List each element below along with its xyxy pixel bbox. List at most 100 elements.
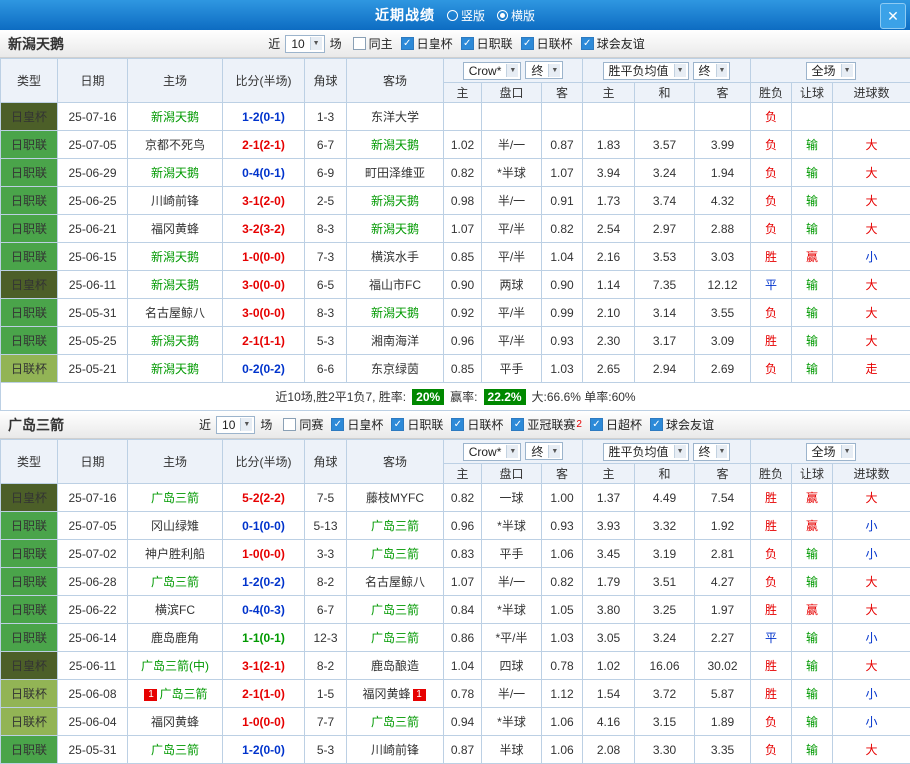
bookmaker-select[interactable]: Crow*▼ — [463, 62, 522, 80]
final-avg-select[interactable]: 终▼ — [693, 443, 731, 461]
away-team-cell[interactable]: 新潟天鹅 — [347, 187, 444, 215]
result-wdl-cell: 胜 — [751, 652, 792, 680]
scope-select[interactable]: 全场▼ — [806, 62, 856, 80]
home-team-cell[interactable]: 横滨FC — [128, 596, 223, 624]
match-count-select[interactable]: 10▼ — [285, 35, 324, 53]
away-team-cell[interactable]: 町田泽维亚 — [347, 159, 444, 187]
home-team-cell[interactable]: 京都不死鸟 — [128, 131, 223, 159]
avg-draw-cell: 3.30 — [635, 736, 695, 764]
scope-select[interactable]: 全场▼ — [806, 443, 856, 461]
avg-away-cell: 1.97 — [695, 596, 751, 624]
away-team-cell[interactable]: 福山市FC — [347, 271, 444, 299]
home-team-cell[interactable]: 新潟天鹅 — [128, 159, 223, 187]
date-cell: 25-06-11 — [58, 271, 128, 299]
avg-odds-select[interactable]: 胜平负均值▼ — [603, 443, 689, 461]
filter-checkbox-3[interactable]: ✓日联杯 — [451, 416, 503, 433]
result-handicap-cell: 输 — [792, 680, 833, 708]
col-subheader: 主 — [583, 464, 635, 484]
away-team-name: 福冈黄蜂 — [362, 687, 410, 701]
away-team-cell[interactable]: 广岛三箭 — [347, 596, 444, 624]
away-team-cell[interactable]: 东京绿茵 — [347, 355, 444, 383]
home-team-cell[interactable]: 新潟天鹅 — [128, 355, 223, 383]
away-team-cell[interactable]: 鹿岛酿造 — [347, 652, 444, 680]
date-cell: 25-05-31 — [58, 736, 128, 764]
away-team-cell[interactable]: 新潟天鹅 — [347, 215, 444, 243]
checkbox-icon: ✓ — [511, 418, 524, 431]
home-team-cell[interactable]: 鹿岛鹿角 — [128, 624, 223, 652]
bookmaker-select[interactable]: Crow*▼ — [463, 443, 522, 461]
type-cell: 日职联 — [1, 243, 58, 271]
away-team-cell[interactable]: 湘南海洋 — [347, 327, 444, 355]
date-cell: 25-07-05 — [58, 131, 128, 159]
home-team-cell[interactable]: 冈山绿雉 — [128, 512, 223, 540]
type-cell: 日职联 — [1, 299, 58, 327]
avg-home-cell: 3.94 — [583, 159, 635, 187]
final-odds-select[interactable]: 终▼ — [525, 442, 563, 460]
home-team-cell[interactable]: 广岛三箭 — [128, 484, 223, 512]
home-team-cell[interactable]: 新潟天鹅 — [128, 103, 223, 131]
away-team-name: 广岛三箭 — [371, 519, 419, 533]
avg-odds-select[interactable]: 胜平负均值▼ — [603, 62, 689, 80]
away-team-cell[interactable]: 福冈黄蜂1 — [347, 680, 444, 708]
away-team-cell[interactable]: 广岛三箭 — [347, 540, 444, 568]
home-team-cell[interactable]: 川崎前锋 — [128, 187, 223, 215]
home-team-cell[interactable]: 新潟天鹅 — [128, 327, 223, 355]
filter-checkbox-5[interactable]: ✓日超杯 — [590, 416, 642, 433]
home-team-cell[interactable]: 广岛三箭 — [128, 568, 223, 596]
home-team-cell[interactable]: 福冈黄蜂 — [128, 215, 223, 243]
filter-checkbox-0[interactable]: 同主 — [353, 35, 393, 52]
away-team-cell[interactable]: 东洋大学 — [347, 103, 444, 131]
filter-checkbox-3[interactable]: ✓日联杯 — [521, 35, 573, 52]
away-team-cell[interactable]: 名古屋鲸八 — [347, 568, 444, 596]
away-team-name: 鹿岛酿造 — [371, 659, 419, 673]
final-odds-select-value: 终 — [531, 62, 543, 79]
home-team-cell[interactable]: 新潟天鹅 — [128, 271, 223, 299]
final-odds-select[interactable]: 终▼ — [525, 61, 563, 79]
away-team-cell[interactable]: 川崎前锋 — [347, 736, 444, 764]
filter-checkbox-4[interactable]: ✓球会友谊 — [581, 35, 645, 52]
col-subheader: 盘口 — [482, 83, 542, 103]
avg-away-cell: 2.81 — [695, 540, 751, 568]
layout-radio-vertical[interactable]: 竖版 — [447, 7, 485, 24]
away-team-cell[interactable]: 新潟天鹅 — [347, 131, 444, 159]
topbar: 近期战绩 竖版 横版 ✕ — [0, 0, 910, 30]
filter-checkbox-2[interactable]: ✓日职联 — [461, 35, 513, 52]
odds-away-cell: 1.07 — [542, 159, 583, 187]
home-team-cell[interactable]: 1广岛三箭 — [128, 680, 223, 708]
home-team-cell[interactable]: 神户胜利船 — [128, 540, 223, 568]
filter-checkbox-6[interactable]: ✓球会友谊 — [650, 416, 714, 433]
near-label: 近 — [199, 416, 211, 433]
filter-checkbox-0[interactable]: 同赛 — [283, 416, 323, 433]
team-title: 广岛三箭 — [8, 415, 64, 435]
home-team-cell[interactable]: 名古屋鲸八 — [128, 299, 223, 327]
away-team-cell[interactable]: 新潟天鹅 — [347, 299, 444, 327]
type-cell: 日职联 — [1, 736, 58, 764]
result-goals-cell: 大 — [833, 187, 910, 215]
close-icon[interactable]: ✕ — [880, 3, 906, 29]
away-team-cell[interactable]: 广岛三箭 — [347, 512, 444, 540]
filter-checkbox-4[interactable]: ✓亚冠联赛2 — [511, 416, 582, 433]
filter-checkbox-1[interactable]: ✓日皇杯 — [331, 416, 383, 433]
avg-away-cell: 3.09 — [695, 327, 751, 355]
home-team-cell[interactable]: 福冈黄蜂 — [128, 708, 223, 736]
home-team-cell[interactable]: 新潟天鹅 — [128, 243, 223, 271]
home-team-name: 川崎前锋 — [151, 194, 199, 208]
home-team-name: 广岛三箭 — [151, 743, 199, 757]
final-avg-select[interactable]: 终▼ — [693, 62, 731, 80]
result-handicap-cell: 输 — [792, 215, 833, 243]
home-team-cell[interactable]: 广岛三箭(中) — [128, 652, 223, 680]
layout-radio-horizontal[interactable]: 横版 — [497, 7, 535, 24]
away-team-cell[interactable]: 横滨水手 — [347, 243, 444, 271]
result-handicap-cell: 输 — [792, 568, 833, 596]
match-count-select[interactable]: 10▼ — [216, 416, 255, 434]
away-team-cell[interactable]: 广岛三箭 — [347, 708, 444, 736]
filter-checkbox-2[interactable]: ✓日职联 — [391, 416, 443, 433]
final-avg-select-value: 终 — [699, 443, 711, 460]
col-header: 角球 — [305, 440, 347, 484]
away-team-cell[interactable]: 藤枝MYFC — [347, 484, 444, 512]
radio-horizontal-label: 横版 — [511, 7, 535, 24]
away-team-cell[interactable]: 广岛三箭 — [347, 624, 444, 652]
filter-checkbox-1[interactable]: ✓日皇杯 — [401, 35, 453, 52]
table-row: 日职联25-06-29新潟天鹅0-4(0-1)6-9町田泽维亚0.82*半球1.… — [1, 159, 910, 187]
home-team-cell[interactable]: 广岛三箭 — [128, 736, 223, 764]
